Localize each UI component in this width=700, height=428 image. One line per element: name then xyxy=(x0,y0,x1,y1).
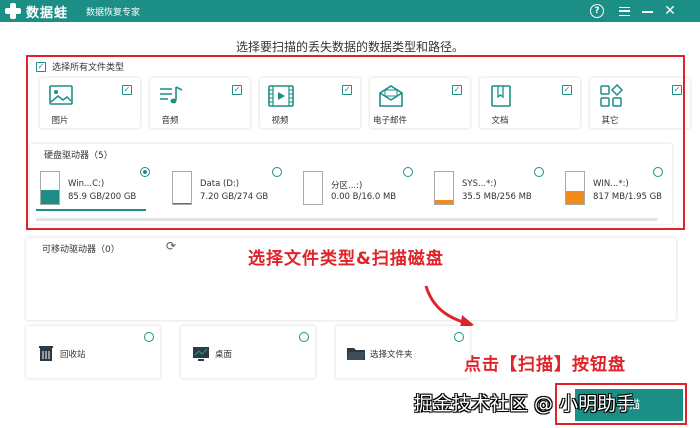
help-circle-icon[interactable]: ? xyxy=(589,2,605,20)
minimize-icon[interactable] xyxy=(639,2,655,20)
recycle-bin-icon xyxy=(39,346,53,361)
location-radio[interactable] xyxy=(299,332,309,342)
removable-drive-title: 可移动驱动器（0） xyxy=(42,245,120,255)
watermark-text: 掘金技术社区 @ 小明助手 xyxy=(414,393,636,415)
location-select-folder[interactable]: 选择文件夹 xyxy=(336,326,470,378)
annotation-select-hint: 选择文件类型&扫描磁盘 xyxy=(248,249,444,269)
app-subtitle: 数据恢复专家 xyxy=(86,8,141,18)
annotation-highlight-box xyxy=(26,55,685,230)
annotation-click-hint: 点击【扫描】按钮盘 xyxy=(464,355,626,375)
app-logo: 数据蛙 xyxy=(4,2,69,21)
instruction-text: 选择要扫描的丢失数据的数据类型和路径。 xyxy=(235,40,464,54)
app-name: 数据蛙 xyxy=(26,5,69,21)
refresh-icon[interactable]: ⟳ xyxy=(163,239,179,253)
location-desktop[interactable]: 桌面 xyxy=(181,326,315,378)
location-recycle-bin[interactable]: 回收站 xyxy=(26,326,160,378)
location-label: 选择文件夹 xyxy=(370,350,413,360)
desktop-icon xyxy=(193,347,209,361)
location-radio[interactable] xyxy=(144,332,154,342)
close-icon[interactable]: ✕ xyxy=(662,2,678,20)
title-bar: 数据蛙 数据恢复专家 ? ✕ xyxy=(0,0,700,22)
help-glyph: ? xyxy=(590,4,604,18)
location-label: 回收站 xyxy=(60,350,86,360)
location-label: 桌面 xyxy=(215,350,233,360)
location-radio[interactable] xyxy=(454,332,464,342)
menu-icon[interactable] xyxy=(616,2,632,20)
folder-icon xyxy=(347,348,365,360)
plus-logo-icon xyxy=(4,2,22,20)
